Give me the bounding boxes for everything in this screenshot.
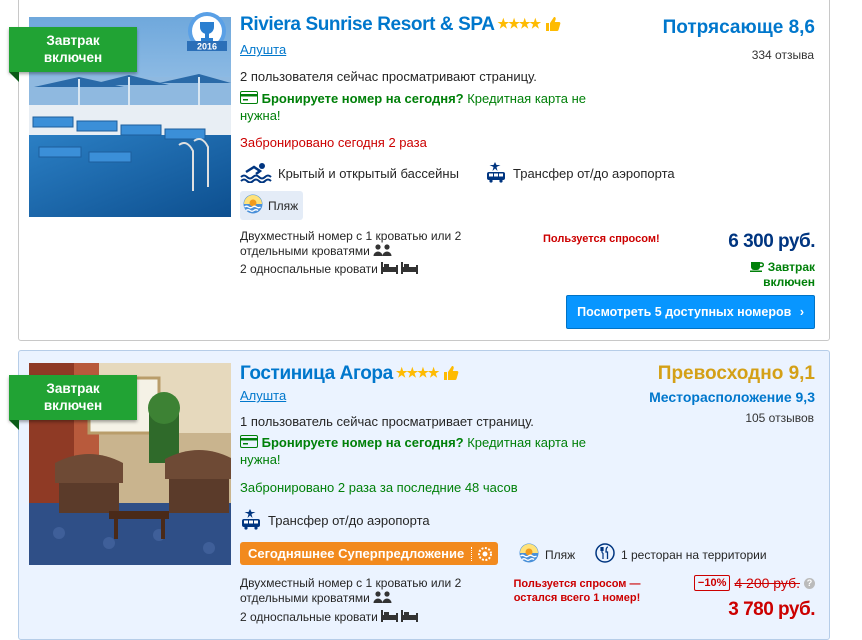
coffee-cup-icon [750,260,765,274]
facility-pool: Крытый и открытый бассейны [240,161,459,186]
price-discount-row: −10% 4 200 руб. ? [693,575,815,591]
viewers-text: 1 пользователь сейчас просматривает стра… [240,414,534,429]
location-score[interactable]: Месторасположение 9,3 [649,389,815,405]
info-icon[interactable]: ? [804,577,815,589]
breakfast-included-note: Завтрак включен [750,259,815,290]
price: 3 780 руб. [728,599,815,620]
award-badge-icon: 2016 [185,11,229,60]
star-rating: ★★★★ [395,365,440,380]
breakfast-ribbon: Завтрак включен [9,27,137,82]
city-link[interactable]: Алушта [240,42,286,57]
chevron-right-icon: › [799,305,804,319]
deal-sticker-icon [471,546,493,561]
breakfast-ribbon: Завтрак включен [9,375,137,430]
room-type: Двухместный номер с 1 кроватью или 2 отд… [240,576,462,607]
viewers-text: 2 пользователя сейчас просматривают стра… [240,69,537,84]
beds-info: 2 односпальные кровати [240,610,505,626]
beach-badge: Пляж [519,543,575,566]
review-score[interactable]: Потрясающе 8,6 [663,17,815,39]
booked-today-text: Забронировано сегодня 2 раза [240,135,427,150]
bed-icon [381,262,419,278]
thumbs-up-icon [544,15,562,39]
demand-notice: Пользуется спросом — остался всего 1 ном… [513,578,641,604]
book-today-notice: Бронируете номер на сегодня? Кредитная к… [240,91,587,124]
credit-card-icon [240,435,258,452]
airport-shuttle-icon [240,508,262,533]
hotel-card-agora[interactable]: Завтрак включен Гостиница Агора ★★★★ Алуш… [9,350,830,640]
book-today-notice: Бронируете номер на сегодня? Кредитная к… [240,435,587,468]
old-price: 4 200 руб. [734,575,800,591]
room-type: Двухместный номер с 1 кроватью или 2 отд… [240,229,462,260]
guests-icon [373,244,393,260]
demand-notice: Пользуется спросом! [543,233,660,245]
beach-icon [243,194,263,217]
restaurant-badge: 1 ресторан на территории [595,543,767,566]
review-score[interactable]: Превосходно 9,1 [658,363,815,385]
beach-badge: Пляж [240,191,304,220]
airport-shuttle-icon [485,161,507,186]
cutlery-icon [595,543,615,566]
swimming-icon [240,161,272,186]
booked-recently-text: Забронировано 2 раза за последние 48 час… [240,480,518,495]
thumbs-up-icon [442,364,460,388]
price: 6 300 руб. [728,231,815,252]
beds-info: 2 односпальные кровати [240,262,505,278]
hotel-name[interactable]: Гостиница Агора ★★★★ [240,363,460,388]
city-link[interactable]: Алушта [240,388,286,403]
super-deal-badge[interactable]: Сегодняшнее Суперпредложение [240,542,499,565]
hotel-card-riviera[interactable]: Завтрак включен 2016 Riviera Sunrise Res… [9,0,830,341]
beach-icon [519,543,539,566]
svg-text:2016: 2016 [197,42,217,52]
guests-icon [373,591,393,607]
discount-badge: −10% [693,575,731,591]
view-rooms-button[interactable]: Посмотреть 5 доступных номеров › [566,295,815,329]
review-count[interactable]: 105 отзывов [745,411,814,425]
bed-icon [381,610,419,626]
facility-transfer: Трансфер от/до аэропорта [485,161,675,186]
review-count[interactable]: 334 отзыва [752,48,814,62]
facility-transfer: Трансфер от/до аэропорта [240,508,430,533]
star-rating: ★★★★ [497,16,542,31]
hotel-name[interactable]: Riviera Sunrise Resort & SPA ★★★★ [240,14,562,39]
credit-card-icon [240,91,258,108]
